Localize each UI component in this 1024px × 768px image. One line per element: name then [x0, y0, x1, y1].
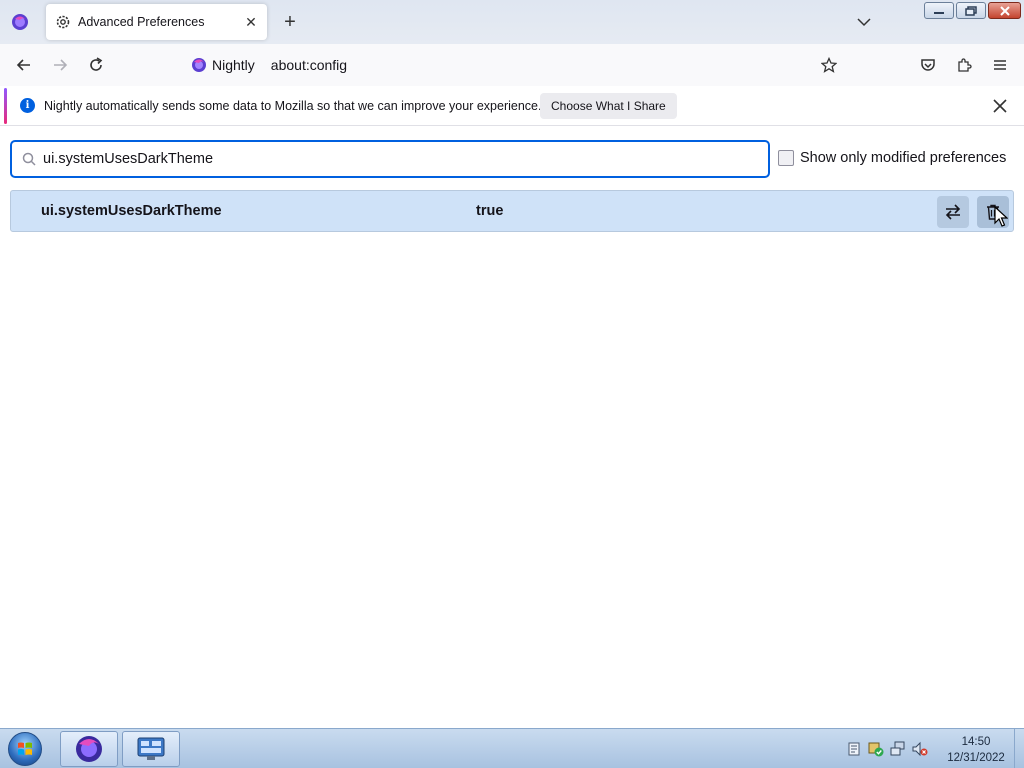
- url-bar[interactable]: Nightly about:config: [186, 50, 846, 80]
- window-controls: [924, 2, 1021, 19]
- windows-logo-icon: [8, 732, 42, 766]
- table-row[interactable]: ui.systemUsesDarkTheme true: [10, 190, 1014, 232]
- notes-icon[interactable]: [846, 741, 862, 757]
- action-center-icon[interactable]: [868, 741, 884, 757]
- notification-message: Nightly automatically sends some data to…: [44, 99, 542, 113]
- data-collection-notification: i Nightly automatically sends some data …: [0, 86, 1024, 126]
- taskbar: 14:50 12/31/2022: [0, 728, 1024, 768]
- nightly-logo-icon: [191, 57, 207, 73]
- toggle-button[interactable]: [937, 196, 969, 228]
- taskbar-nightly[interactable]: [60, 731, 118, 767]
- pref-value[interactable]: true: [476, 203, 503, 219]
- taskbar-clock[interactable]: 14:50 12/31/2022: [940, 734, 1012, 766]
- extensions-icon[interactable]: [952, 53, 976, 77]
- gear-icon: [55, 14, 71, 30]
- tab-title: Advanced Preferences: [78, 15, 205, 29]
- start-button[interactable]: [6, 731, 44, 767]
- toggle-arrows-icon: [945, 204, 961, 220]
- pref-name: ui.systemUsesDarkTheme: [41, 203, 222, 219]
- hamburger-menu-icon[interactable]: [988, 53, 1012, 77]
- search-input[interactable]: ui.systemUsesDarkTheme: [10, 140, 770, 178]
- network-icon[interactable]: [890, 741, 906, 757]
- bookmark-star-icon[interactable]: [818, 54, 840, 76]
- volume-muted-icon[interactable]: [912, 741, 928, 757]
- notification-accent: [4, 88, 7, 124]
- restore-button[interactable]: [956, 2, 986, 19]
- reload-icon[interactable]: [84, 53, 108, 77]
- show-desktop-button[interactable]: [1014, 729, 1024, 768]
- close-window-button[interactable]: [988, 2, 1021, 19]
- close-icon[interactable]: [990, 96, 1010, 116]
- search-value: ui.systemUsesDarkTheme: [43, 151, 214, 167]
- taskbar-control-panel[interactable]: [122, 731, 180, 767]
- minimize-button[interactable]: [924, 2, 954, 19]
- back-icon[interactable]: [12, 53, 36, 77]
- close-tab-icon[interactable]: ✕: [239, 10, 263, 34]
- new-tab-button[interactable]: +: [278, 10, 302, 34]
- clock-date: 12/31/2022: [947, 752, 1005, 764]
- choose-what-i-share-button[interactable]: Choose What I Share: [540, 93, 677, 119]
- info-icon: i: [20, 98, 35, 113]
- forward-icon[interactable]: [48, 53, 72, 77]
- tab-strip: Advanced Preferences ✕ +: [0, 0, 1024, 44]
- identity-box[interactable]: Nightly: [191, 57, 255, 73]
- control-panel-icon: [137, 737, 165, 760]
- search-icon: [21, 151, 37, 167]
- tab-advanced-preferences[interactable]: Advanced Preferences ✕: [46, 4, 267, 40]
- firefox-view-icon[interactable]: [10, 12, 30, 32]
- url-text[interactable]: about:config: [271, 57, 347, 73]
- chevron-down-icon[interactable]: [854, 12, 874, 32]
- identity-brand: Nightly: [212, 57, 255, 73]
- show-modified-checkbox[interactable]: Show only modified preferences: [778, 150, 1006, 166]
- pocket-icon[interactable]: [916, 53, 940, 77]
- clock-time: 14:50: [961, 736, 991, 748]
- system-tray: [846, 741, 928, 757]
- nightly-taskbar-icon: [76, 736, 102, 762]
- mouse-pointer-icon: [994, 205, 1009, 228]
- navigation-toolbar: Nightly about:config: [0, 44, 1024, 86]
- show-modified-label: Show only modified preferences: [800, 150, 1007, 166]
- checkbox[interactable]: [778, 150, 794, 166]
